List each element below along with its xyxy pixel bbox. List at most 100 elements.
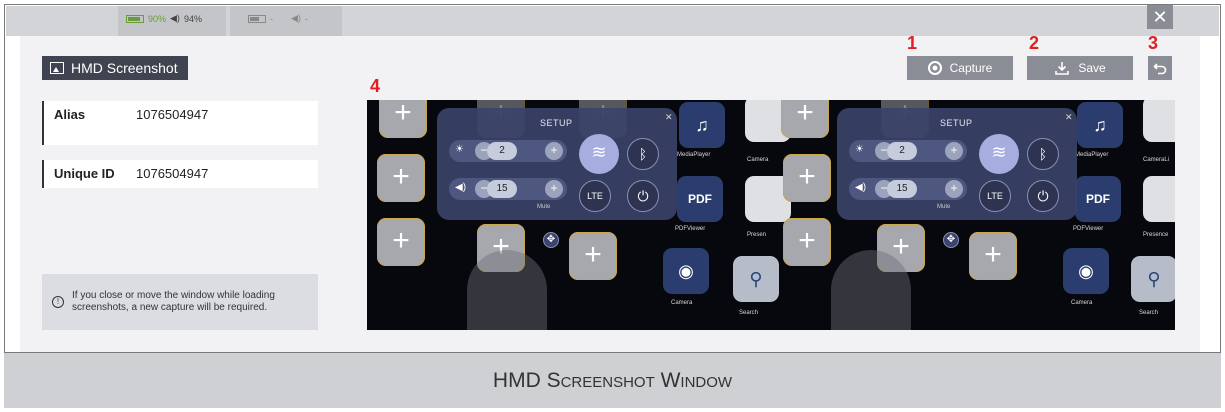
setup-panel: SETUP ✕ ☀ − 2 + ◀) − 15 + Mute ≋ ᛒ LTE ⏻ [837,108,1077,220]
callout-2: 2 [1029,33,1040,53]
figure-caption: HMD Screenshot Window [4,352,1221,408]
media-player-label: MediaPlayer [677,152,711,158]
move-icon: ✥ [543,232,559,248]
power-icon: ⏻ [627,180,659,212]
wifi-toggle: ≋ [979,134,1019,174]
wifi-toggle: ≋ [579,134,619,174]
save-label: Save [1078,61,1106,75]
speaker-icon: ◀) [455,182,467,193]
device-status-1: 90% ◀) 94% [126,13,202,24]
move-icon: ✥ [943,232,959,248]
power-icon: ⏻ [1027,180,1059,212]
alias-field: Alias 1076504947 [42,101,318,145]
mute-label: Mute [537,204,551,210]
add-tile: + [569,232,617,280]
add-tile: + [379,100,427,138]
volume-level: 94% [183,13,202,24]
pdf-viewer-app: PDF [677,176,723,222]
media-player-app: ♫ [679,102,725,148]
save-button[interactable]: Save [1027,56,1133,80]
camera-label: Camera [671,300,693,306]
pdf-viewer-app: PDF [1075,176,1121,222]
camera-app [1143,100,1175,142]
info-icon: ! [52,296,64,308]
presence-app [1143,176,1175,222]
hand-overlay [467,250,547,330]
mute-label: Mute [937,204,951,210]
brightness-slider: ☀ − 2 + [849,140,967,162]
lte-label: LTE [587,191,603,201]
camera-app-label: Camera [747,157,769,163]
close-button[interactable]: ✕ [1147,5,1173,29]
setup-close-icon: ✕ [665,112,673,122]
add-tile: + [377,218,425,266]
camera-tile: ◉ [663,248,709,294]
volume-slider: ◀) − 15 + [849,178,967,200]
unique-id-value: 1076504947 [136,166,209,181]
search-tile: ⚲ [1131,256,1175,302]
lte-toggle: LTE [579,180,611,212]
presence-label: Presen [747,232,767,238]
search-label: Search [739,310,759,316]
undo-icon [1153,63,1167,75]
brightness-icon: ☀ [855,144,864,155]
brightness-value: 2 [887,142,917,160]
brightness-icon: ☀ [455,144,464,155]
media-player-app: ♫ [1077,102,1123,148]
brightness-value: 2 [487,142,517,160]
brightness-slider: ☀ − 2 + [449,140,567,162]
search-label: Search [1139,310,1159,316]
close-icon: ✕ [1152,7,1168,27]
volume-icon: ◀) [170,13,180,23]
battery-icon [248,14,266,23]
lte-toggle: LTE [979,180,1011,212]
presence-label: Presence [1143,232,1169,238]
battery-level: 90% [148,13,167,24]
warning-line-1: If you close or move the window while lo… [72,290,275,301]
battery-level: - [270,13,273,24]
bluetooth-icon: ᛒ [1027,138,1059,170]
capture-warning: ! If you close or move the window while … [42,274,318,330]
volume-value: 15 [487,180,517,198]
unique-id-label: Unique ID [54,166,115,181]
callout-1: 1 [907,33,918,53]
add-tile: + [783,154,831,202]
add-tile: + [969,232,1017,280]
pdf-viewer-label: PDFViewer [1073,226,1104,232]
battery-icon [126,14,144,23]
volume-level: - [304,13,308,24]
volume-slider: ◀) − 15 + [449,178,567,200]
capture-label: Capture [949,61,993,75]
screenshot-preview[interactable]: + + + + + + + ✥ ♫ MediaPlayer Camera PDF… [367,100,1175,330]
setup-close-icon: ✕ [1065,112,1073,122]
warning-text: If you close or move the window while lo… [72,290,275,314]
volume-value: 15 [887,180,917,198]
capture-button[interactable]: Capture [907,56,1013,80]
alias-label: Alias [54,107,86,122]
download-icon [1055,62,1070,75]
preview-left-eye: + + + + + + + ✥ ♫ MediaPlayer Camera PDF… [367,100,791,330]
setup-panel: SETUP ✕ ☀ − 2 + ◀) − 15 + Mute ≋ ᛒ LTE ⏻ [437,108,677,220]
add-tile: + [783,218,831,266]
pdf-viewer-label: PDFViewer [675,226,706,232]
preview-right-eye: + + + + + + ✥ ♫ MediaPlayer CameraLi PDF… [771,100,1175,330]
callout-3: 3 [1148,33,1159,53]
camera-app-label: CameraLi [1143,157,1170,163]
add-tile: + [781,100,829,138]
image-icon [50,62,64,74]
setup-title: SETUP [540,118,573,128]
bluetooth-icon: ᛒ [627,138,659,170]
callout-4: 4 [370,76,381,96]
camera-tile: ◉ [1063,248,1109,294]
setup-title: SETUP [940,118,973,128]
camera-label: Camera [1071,300,1093,306]
undo-button[interactable] [1148,56,1172,80]
capture-icon [927,61,942,75]
media-player-label: MediaPlayer [1075,152,1109,158]
caption-text: HMD Screenshot Window [492,368,733,392]
alias-value: 1076504947 [136,107,209,122]
add-tile: + [377,154,425,202]
device-status-2: - ◀) - [248,13,308,24]
lte-label: LTE [987,191,1003,201]
warning-line-2: screenshots, a new capture will be requi… [72,302,268,313]
